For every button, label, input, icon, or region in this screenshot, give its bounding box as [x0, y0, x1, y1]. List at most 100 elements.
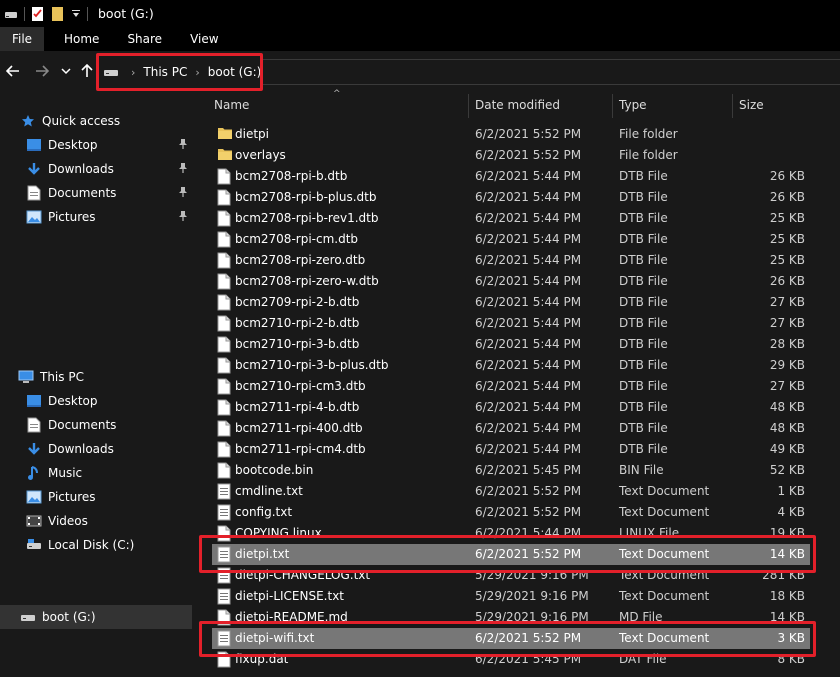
table-row[interactable]: cmdline.txt 6/2/2021 5:52 PM Text Document… — [212, 481, 810, 502]
desktop-icon — [26, 137, 42, 153]
column-header-type[interactable]: Type — [619, 92, 647, 118]
sidebar-item-label: Videos — [48, 514, 88, 528]
pin-icon[interactable] — [178, 186, 188, 201]
table-row[interactable]: bcm2709-rpi-2-b.dtb 6/2/2021 5:44 PM DTB F… — [212, 292, 810, 313]
pin-icon[interactable] — [178, 210, 188, 225]
table-row[interactable]: bcm2710-rpi-3-b-plus.dtb 6/2/2021 5:44 PM… — [212, 355, 810, 376]
sidebar-item-quick-documents[interactable]: Documents — [26, 181, 187, 205]
nav-this-pc[interactable]: This PC — [18, 365, 84, 389]
column-divider[interactable] — [612, 94, 613, 118]
file-date: 6/2/2021 5:44 PM — [475, 232, 582, 246]
sidebar-item-pc-music[interactable]: Music — [26, 461, 82, 485]
table-row[interactable]: dietpi 6/2/2021 5:52 PM File folder — [212, 124, 810, 145]
table-row[interactable]: bcm2708-rpi-zero-w.dtb 6/2/2021 5:44 PM DT… — [212, 271, 810, 292]
table-row[interactable]: bcm2710-rpi-3-b.dtb 6/2/2021 5:44 PM DTB F… — [212, 334, 810, 355]
file-name: bcm2710-rpi-2-b.dtb — [235, 316, 360, 330]
table-row[interactable]: bcm2708-rpi-zero.dtb 6/2/2021 5:44 PM DTB … — [212, 250, 810, 271]
back-button[interactable] — [1, 59, 25, 83]
file-name: config.txt — [235, 505, 293, 519]
table-row[interactable]: bootcode.bin 6/2/2021 5:45 PM BIN File 52 K… — [212, 460, 810, 481]
sidebar-item-quick-downloads[interactable]: Downloads — [26, 157, 187, 181]
table-row[interactable]: bcm2708-rpi-b-rev1.dtb 6/2/2021 5:44 PM DT… — [212, 208, 810, 229]
tab-file[interactable]: File — [0, 27, 44, 51]
sidebar-item-pc-videos[interactable]: Videos — [26, 509, 88, 533]
sidebar-item-pc-local-disk-c[interactable]: Local Disk (C:) — [26, 533, 134, 557]
column-divider[interactable] — [732, 94, 733, 118]
file-date: 6/2/2021 5:52 PM — [475, 505, 582, 519]
sidebar-item-pc-pictures[interactable]: Pictures — [26, 485, 96, 509]
tab-view[interactable]: View — [176, 27, 232, 51]
forward-button[interactable] — [30, 59, 54, 83]
table-row[interactable]: overlays 6/2/2021 5:52 PM File folder — [212, 145, 810, 166]
folder-icon — [217, 147, 232, 164]
tab-home[interactable]: Home — [50, 27, 113, 51]
table-row[interactable]: bcm2710-rpi-2-b.dtb 6/2/2021 5:44 PM DTB F… — [212, 313, 810, 334]
table-row[interactable]: bcm2711-rpi-cm4.dtb 6/2/2021 5:44 PM DTB F… — [212, 439, 810, 460]
ribbon-tabs: File Home Share View — [0, 27, 840, 51]
file-name: bootcode.bin — [235, 463, 314, 477]
file-date: 6/2/2021 5:52 PM — [475, 148, 582, 162]
column-divider[interactable] — [468, 94, 469, 118]
sidebar-item-label: Local Disk (C:) — [48, 538, 135, 552]
sidebar-item-pc-desktop[interactable]: Desktop — [26, 389, 98, 413]
table-row[interactable]: bcm2711-rpi-4-b.dtb 6/2/2021 5:44 PM DTB F… — [212, 397, 810, 418]
pin-icon — [179, 187, 187, 197]
file-size: 25 KB — [769, 232, 805, 246]
file-name: bcm2708-rpi-b.dtb — [235, 169, 348, 183]
file-name: bcm2708-rpi-b-plus.dtb — [235, 190, 377, 204]
documents-icon — [26, 185, 42, 201]
table-row[interactable]: bcm2711-rpi-400.dtb 6/2/2021 5:44 PM DTB F… — [212, 418, 810, 439]
file-size: 18 KB — [769, 589, 805, 603]
dietpi-txt-highlight-box — [199, 535, 816, 573]
table-row[interactable]: bcm2708-rpi-b-plus.dtb 6/2/2021 5:44 PM DT… — [212, 187, 810, 208]
column-header-size[interactable]: Size — [739, 92, 764, 118]
table-row[interactable]: config.txt 6/2/2021 5:52 PM Text Document 4… — [212, 502, 810, 523]
table-row[interactable]: bcm2710-rpi-cm3.dtb 6/2/2021 5:44 PM DTB F… — [212, 376, 810, 397]
file-type: File folder — [619, 127, 678, 141]
nav-quick-access-label: Quick access — [42, 114, 121, 128]
file-type: File folder — [619, 148, 678, 162]
sidebar-item-pc-documents[interactable]: Documents — [26, 413, 116, 437]
file-date: 6/2/2021 5:52 PM — [475, 127, 582, 141]
file-icon — [217, 210, 231, 227]
tab-share[interactable]: Share — [113, 27, 176, 51]
address-bar-empty-area[interactable] — [262, 59, 840, 85]
pin-icon — [179, 139, 187, 149]
sidebar-item-quick-pictures[interactable]: Pictures — [26, 205, 187, 229]
file-name: bcm2710-rpi-3-b-plus.dtb — [235, 358, 389, 372]
file-date: 6/2/2021 5:44 PM — [475, 442, 582, 456]
videos-icon — [26, 513, 42, 529]
drive-icon — [20, 609, 36, 625]
file-type: Text Document — [619, 589, 710, 603]
table-row[interactable]: bcm2708-rpi-b.dtb 6/2/2021 5:44 PM DTB Fil… — [212, 166, 810, 187]
sidebar-item-label: Music — [48, 466, 83, 480]
computer-icon — [18, 369, 34, 385]
file-date: 6/2/2021 5:44 PM — [475, 316, 582, 330]
file-size: 48 KB — [769, 400, 805, 414]
file-type: DTB File — [619, 274, 668, 288]
file-name: dietpi — [235, 127, 269, 141]
file-date: 6/2/2021 5:44 PM — [475, 379, 582, 393]
new-folder-icon[interactable] — [51, 0, 65, 27]
file-date: 6/2/2021 5:44 PM — [475, 211, 582, 225]
file-size: 27 KB — [769, 316, 805, 330]
arrow-right-icon — [36, 65, 49, 77]
desktop-icon — [26, 393, 42, 409]
file-type: DTB File — [619, 442, 668, 456]
sidebar-item-label: Documents — [48, 418, 117, 432]
table-row[interactable]: dietpi-LICENSE.txt 5/29/2021 9:16 PM Text … — [212, 586, 810, 607]
sidebar-item-quick-desktop[interactable]: Desktop — [26, 133, 187, 157]
nav-quick-access[interactable]: Quick access — [20, 109, 120, 133]
quick-toolbar-dropdown-icon[interactable] — [71, 0, 81, 27]
properties-icon[interactable] — [31, 0, 45, 27]
table-row[interactable]: bcm2708-rpi-cm.dtb 6/2/2021 5:44 PM DTB Fi… — [212, 229, 810, 250]
column-header-name[interactable]: Name — [214, 92, 249, 118]
file-date: 6/2/2021 5:44 PM — [475, 274, 582, 288]
nav-boot-drive[interactable]: boot (G:) — [0, 605, 192, 629]
pin-icon[interactable] — [178, 138, 188, 153]
column-header-date[interactable]: Date modified — [475, 92, 560, 118]
file-icon — [217, 357, 231, 374]
file-date: 6/2/2021 5:44 PM — [475, 295, 582, 309]
sidebar-item-pc-downloads[interactable]: Downloads — [26, 437, 114, 461]
pin-icon[interactable] — [178, 162, 188, 177]
